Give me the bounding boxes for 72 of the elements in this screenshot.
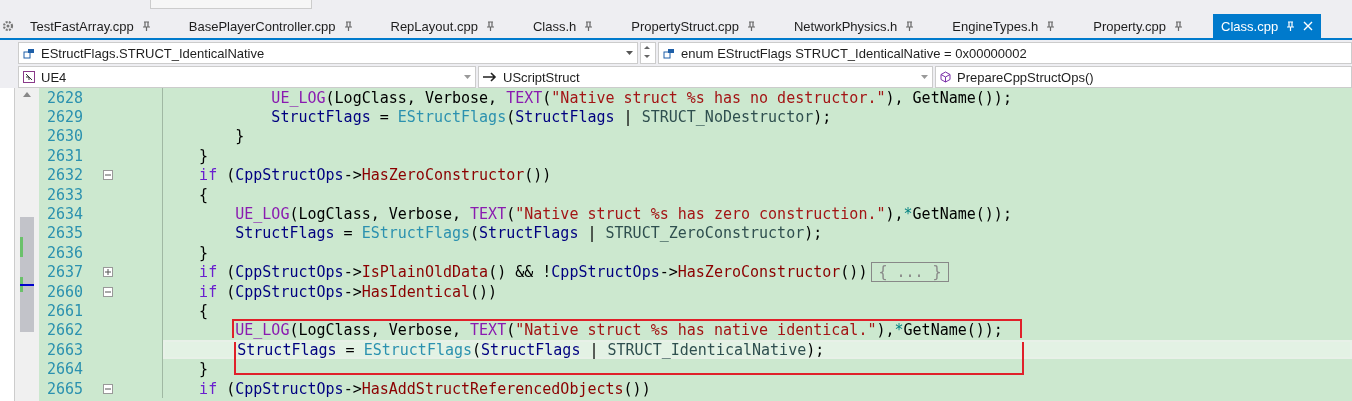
code-line: StructFlags = EStructFlags(StructFlags | STRUCT_ZeroConstructor); <box>234 223 824 244</box>
code-line: } <box>198 359 210 379</box>
caret-icon <box>464 75 471 79</box>
arrow-icon <box>483 72 497 82</box>
member-dropdown[interactable]: EStructFlags.STRUCT_IdenticalNative <box>18 42 638 64</box>
line-number: 2632 <box>46 166 85 185</box>
line-number: 2634 <box>46 205 85 224</box>
file-tab[interactable]: TestFastArray.cpp <box>22 14 159 38</box>
file-tab[interactable]: Property.cpp <box>1085 14 1192 38</box>
function-dropdown[interactable]: PrepareCppStructOps() <box>935 66 1352 88</box>
line-number: 2661 <box>46 302 85 320</box>
line-number: 2628 <box>46 88 85 107</box>
expand-icon[interactable] <box>103 267 113 278</box>
pin-icon[interactable] <box>141 21 151 31</box>
file-tab[interactable]: RepLayout.cpp <box>382 14 503 38</box>
scrollbar-thumb[interactable] <box>20 217 34 332</box>
file-tab[interactable]: Class.cpp <box>1213 14 1322 38</box>
pin-icon[interactable] <box>485 21 495 31</box>
enum-icon <box>663 47 675 59</box>
collapse-icon[interactable] <box>103 170 113 181</box>
line-number: 2635 <box>46 224 85 243</box>
file-tab[interactable]: NetworkPhysics.h <box>785 14 923 38</box>
line-number: 2637 <box>46 263 85 282</box>
line-number: 2663 <box>46 340 85 359</box>
code-line: if (CppStructOps->HasAddStructReferencedObjects()) <box>198 378 652 399</box>
settings-icon[interactable] <box>2 20 14 32</box>
scope-dropdown[interactable]: UScriptStruct <box>478 66 933 88</box>
code-line: } <box>198 146 210 166</box>
project-dropdown[interactable]: UE4 <box>18 66 476 88</box>
line-number: 2631 <box>46 146 85 165</box>
pin-icon[interactable] <box>343 21 353 31</box>
pin-icon[interactable] <box>746 21 756 31</box>
caret-icon <box>626 51 633 55</box>
cube-icon <box>940 71 951 83</box>
pin-icon[interactable] <box>1046 21 1056 31</box>
line-number: 2660 <box>46 282 85 301</box>
file-tab[interactable]: EngineTypes.h <box>944 14 1064 38</box>
code-line: UE_LOG(LogClass, Verbose, TEXT("Native struct %s has zero construction."),*GetName()); <box>234 204 1013 224</box>
code-line: { <box>198 301 210 321</box>
code-line: if (CppStructOps->HasZeroConstructor()) <box>198 165 553 185</box>
pin-icon[interactable] <box>905 21 915 31</box>
line-number: 2629 <box>46 108 85 127</box>
line-number: 2665 <box>46 379 85 398</box>
line-number: 2662 <box>46 321 85 340</box>
code-line: if (CppStructOps->IsPlainOldData() && !CppStructOps->HasZeroConstructor()) { ... } <box>163 262 1352 282</box>
collapse-icon[interactable] <box>103 286 113 297</box>
scroll-up-icon[interactable] <box>23 92 31 97</box>
line-number: 2633 <box>46 185 85 204</box>
enum-icon <box>23 47 35 59</box>
line-number: 2664 <box>46 360 85 379</box>
line-number: 2636 <box>46 243 85 262</box>
collapse-icon[interactable] <box>103 383 113 394</box>
definition-field: enum EStructFlags STRUCT_IdenticalNative = 0x00000002 <box>658 42 1352 64</box>
code-line: UE_LOG(LogClass, Verbose, TEXT("Native struct %s has native identical."),*GetName()); <box>163 320 1352 341</box>
caret-icon <box>921 75 928 79</box>
code-line: StructFlags = EStructFlags(StructFlags | STRUCT_NoDestructor); <box>270 107 833 127</box>
project-icon <box>23 71 35 83</box>
code-line: { <box>198 184 210 205</box>
file-tab[interactable]: PropertyStruct.cpp <box>623 14 764 38</box>
file-tab[interactable]: BasePlayerController.cpp <box>180 14 361 38</box>
code-line: } <box>234 126 246 147</box>
code-line: if (CppStructOps->HasIdentical()) <box>198 281 499 302</box>
toolbar-field[interactable] <box>150 0 312 9</box>
pin-icon[interactable] <box>1174 21 1184 31</box>
pin-icon[interactable] <box>584 21 594 31</box>
code-line: UE_LOG(LogClass, Verbose, TEXT("Native struct %s has no destructor."), GetName()); <box>270 88 1013 108</box>
file-tab[interactable]: Class.h <box>524 14 602 38</box>
line-number: 2630 <box>46 127 85 146</box>
spin-buttons[interactable] <box>640 42 656 64</box>
code-editor[interactable] <box>39 88 1352 401</box>
code-line: } <box>198 243 210 263</box>
close-icon[interactable] <box>1303 21 1314 31</box>
